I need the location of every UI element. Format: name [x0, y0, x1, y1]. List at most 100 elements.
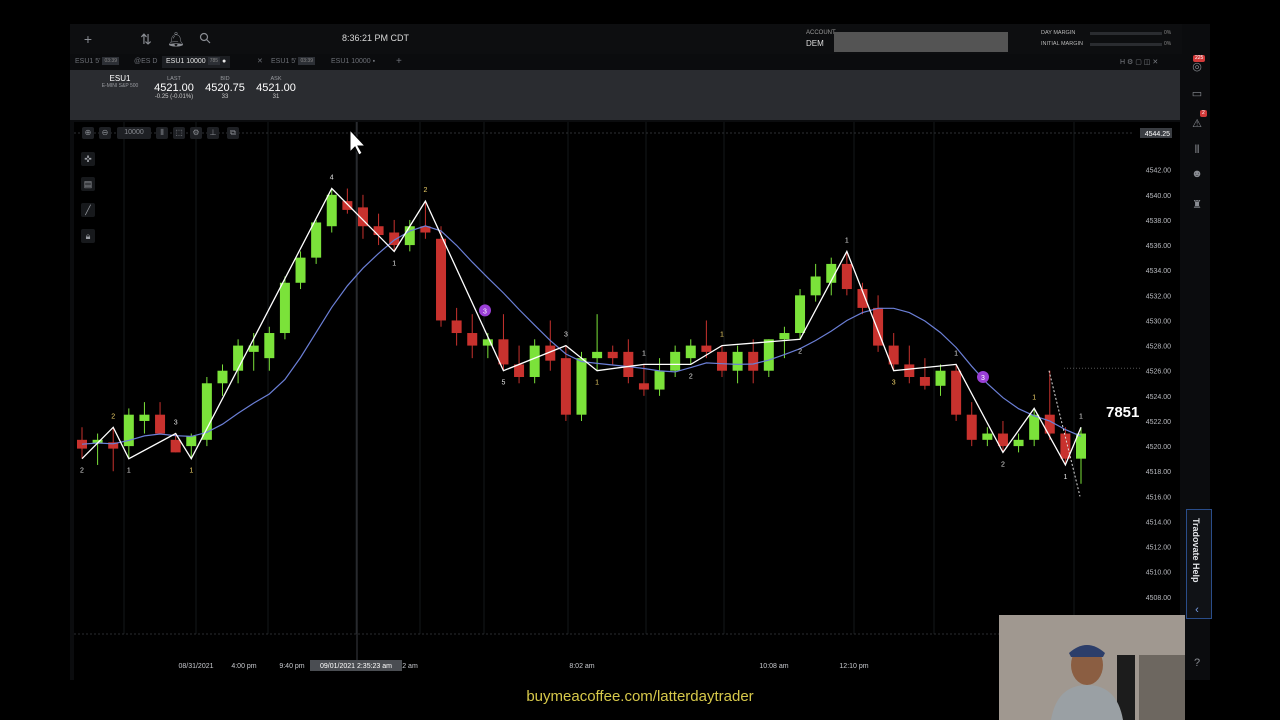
price-tick: 4534.00 — [1146, 268, 1171, 275]
clock: 8:36:21 PM CDT — [342, 33, 410, 43]
collapse-chevron-icon[interactable]: ‹ — [1190, 603, 1204, 617]
candle-body — [1029, 414, 1040, 440]
candle-body — [716, 351, 727, 371]
lock-icon[interactable]: 🔒︎ — [81, 229, 95, 243]
zigzag-label: 1 — [1079, 413, 1083, 420]
candle-body — [373, 226, 384, 236]
candle-body — [623, 351, 634, 377]
help-circle-icon[interactable]: ? — [1190, 656, 1204, 670]
document-icon[interactable]: ▤ — [81, 177, 95, 191]
alert-icon[interactable]: ⚠ — [1190, 117, 1204, 131]
day-margin-bar — [1090, 32, 1162, 35]
candle-body — [326, 194, 337, 227]
candle-body — [467, 333, 478, 346]
price-chart[interactable]: 4542.00 4540.00 4538.00 4536.00 4534.00 4532.… — [74, 122, 1180, 680]
select-icon[interactable]: ⬚ — [173, 127, 185, 139]
quote-ask[interactable]: ASK 4521.00 31 — [253, 76, 299, 100]
bell-icon[interactable]: 🔔︎ — [167, 31, 185, 47]
quote-symbol[interactable]: ESU1 E-MINI S&P 500 — [84, 74, 156, 89]
candle-body — [966, 414, 977, 440]
price-tick: 4526.00 — [1146, 369, 1171, 376]
search-icon[interactable] — [197, 31, 213, 47]
close-tab-icon[interactable]: ✕ — [257, 56, 263, 68]
gear-icon[interactable]: ⚙ — [190, 127, 202, 139]
zigzag-label: 1 — [595, 380, 599, 387]
zigzag-label: 2 — [689, 373, 693, 380]
tab-es-daily[interactable]: @ES D — [134, 56, 157, 68]
day-margin-label: DAY MARGIN — [1041, 30, 1076, 36]
draw-line-icon[interactable]: ╱ — [81, 203, 95, 217]
zoom-out-icon[interactable]: ⊖ — [99, 127, 111, 139]
time-label: 4:00 pm — [231, 663, 256, 670]
candle-body — [951, 370, 962, 415]
candle-body — [170, 439, 181, 453]
candle-body — [279, 282, 290, 334]
candle-body — [201, 383, 212, 440]
account-value[interactable]: DEM — [806, 39, 824, 48]
initial-margin-bar — [1090, 43, 1162, 46]
tab-esu1-5min[interactable]: ESU1 5' 03:39 — [75, 56, 119, 68]
candle-body — [576, 358, 587, 415]
price-tick: 4542.00 — [1146, 168, 1171, 175]
price-tick: 4522.00 — [1146, 419, 1171, 426]
zoom-in-icon[interactable]: ⊕ — [82, 127, 94, 139]
candle-body — [233, 345, 244, 371]
candle-body — [919, 377, 930, 386]
zigzag-label: 4 — [330, 175, 334, 182]
redacted-block — [834, 32, 1008, 52]
tab-esu1-10000-active[interactable]: ESU1 10000 785 ● — [162, 56, 231, 68]
quote-bid[interactable]: BID 4520.75 33 — [202, 76, 248, 100]
candle-body — [748, 351, 759, 371]
time-label: 8:02 am — [569, 663, 594, 670]
candle-body — [763, 339, 774, 371]
footer-link[interactable]: buymeacoffee.com/latterdaytrader — [0, 688, 1280, 705]
candle-body — [607, 351, 618, 359]
chat-icon[interactable]: ▭ — [1190, 87, 1204, 101]
price-tick: 4524.00 — [1146, 394, 1171, 401]
candle-body — [529, 345, 540, 377]
price-tick: 4520.00 — [1146, 444, 1171, 451]
candle-body — [560, 358, 571, 415]
candle-body — [1013, 439, 1024, 447]
tab-esu1-5min-2[interactable]: ESU1 5' 03:39 — [271, 56, 315, 68]
globe-icon[interactable]: ◎ — [1190, 60, 1204, 74]
tab-esu1-10000-2[interactable]: ESU1 10000 ▪ — [331, 56, 375, 68]
candle-body — [451, 320, 462, 334]
price-tick: 4538.00 — [1146, 218, 1171, 225]
interval-select[interactable]: 10000 — [117, 127, 151, 139]
columns-icon[interactable]: ⦀ — [1190, 143, 1204, 157]
time-label: 12:10 pm — [839, 663, 868, 670]
indicator-icon[interactable]: ⊥ — [207, 127, 219, 139]
price-tick: 4514.00 — [1146, 519, 1171, 526]
candle-body — [217, 370, 228, 384]
zigzag-label: 1 — [720, 332, 724, 339]
transfer-icon[interactable]: ⇅ — [138, 31, 154, 47]
candle-body — [810, 276, 821, 296]
candle-body — [155, 414, 166, 434]
community-icon[interactable]: ☻ — [1190, 167, 1204, 181]
add-icon[interactable]: + — [80, 31, 96, 47]
trophy-icon[interactable]: ♜ — [1190, 198, 1204, 212]
candle-body — [311, 222, 322, 258]
top-bar — [70, 24, 1210, 54]
day-margin-pct: 0% — [1164, 30, 1172, 36]
layers-icon[interactable]: ⧉ — [227, 127, 239, 139]
candle-body — [779, 333, 790, 340]
price-tick: 4528.00 — [1146, 344, 1171, 351]
crosshair-icon[interactable]: ✜ — [81, 152, 95, 166]
candle-body — [139, 414, 150, 421]
zigzag-label: 5 — [502, 380, 506, 387]
candle-type-icon[interactable]: ⫴ — [156, 127, 168, 139]
zigzag-label: 1 — [954, 350, 958, 357]
initial-margin-pct: 0% — [1164, 41, 1172, 47]
add-tab-icon[interactable]: + — [396, 56, 402, 68]
candle-body — [701, 345, 712, 352]
zigzag-label: 1 — [127, 468, 131, 475]
price-tick: 4532.00 — [1146, 293, 1171, 300]
annotation-label: 3 — [981, 375, 985, 382]
annotation-label: 3 — [483, 308, 487, 315]
zigzag-label: 1 — [642, 350, 646, 357]
window-controls-icon[interactable]: H ⚙ ▢ ◫ ✕ — [1120, 58, 1158, 66]
zigzag-label: 3 — [174, 420, 178, 427]
candle-body — [732, 351, 743, 371]
